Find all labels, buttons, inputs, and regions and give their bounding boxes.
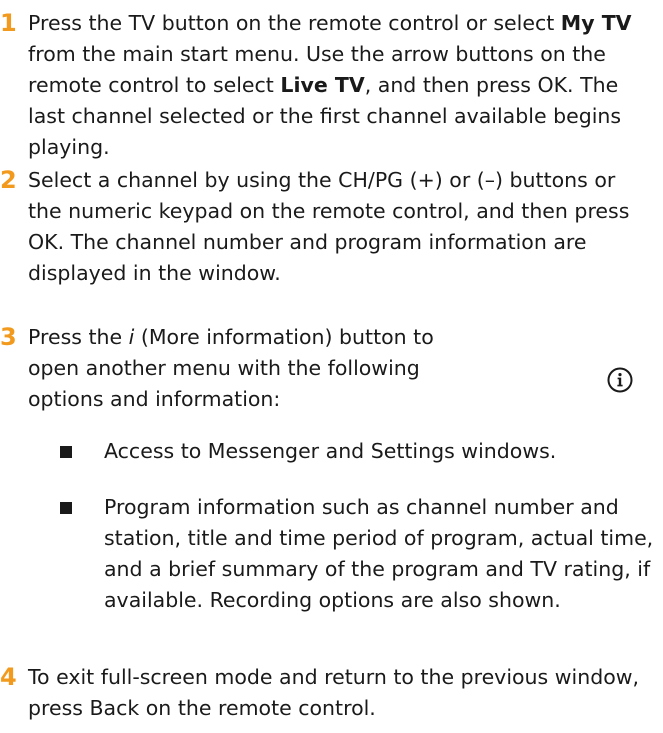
step-text: To exit full-screen mode and return to t… bbox=[28, 662, 648, 724]
bullet-square-icon bbox=[60, 446, 72, 458]
step-number: 2 bbox=[0, 166, 17, 194]
step-text: Select a channel by using the CH/PG (+) … bbox=[28, 165, 648, 289]
step-text-part: Select a channel by using the CH/PG (+) … bbox=[28, 168, 630, 285]
step-number: 3 bbox=[0, 323, 17, 351]
step-number: 1 bbox=[0, 9, 17, 37]
manual-page: 1 Press the TV button on the remote cont… bbox=[0, 0, 663, 733]
step-text: Press the i (More information) button to… bbox=[28, 322, 468, 415]
bullet-square-icon bbox=[60, 502, 72, 514]
step-text-part: Press the bbox=[28, 325, 129, 349]
info-icon bbox=[607, 367, 633, 393]
step-text: Press the TV button on the remote contro… bbox=[28, 8, 648, 163]
bullet-text: Access to Messenger and Settings windows… bbox=[104, 439, 557, 463]
step-number: 4 bbox=[0, 663, 17, 691]
step-text-part: To exit full-screen mode and return to t… bbox=[28, 665, 640, 720]
step-text-part: Press the TV button on the remote contro… bbox=[28, 11, 561, 35]
menu-name-live-tv: Live TV bbox=[280, 73, 365, 97]
menu-name-my-tv: My TV bbox=[560, 11, 632, 35]
bullet-text: Program information such as channel numb… bbox=[104, 495, 654, 612]
